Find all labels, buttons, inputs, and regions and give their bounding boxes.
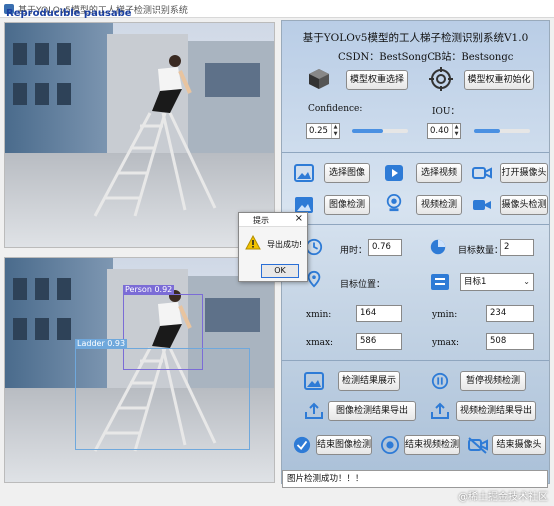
- open-camera-button[interactable]: 打开摄像头: [500, 163, 548, 183]
- warning-icon: [245, 235, 261, 250]
- camera-off-icon: [468, 437, 488, 454]
- ymin-label: ymin:: [432, 310, 458, 320]
- video-icon: [385, 165, 403, 181]
- count-value: 2: [500, 239, 534, 256]
- show-results-button[interactable]: 检测结果展示: [338, 371, 400, 391]
- camera-detect-button[interactable]: 摄像头检测: [500, 195, 548, 215]
- export-image-icon: [305, 402, 323, 419]
- bilibili-label: B站：Bestsongc: [434, 52, 514, 63]
- confidence-spinbox[interactable]: 0.25 ▲ ▼: [306, 123, 340, 139]
- dialog-title: 提示: [253, 216, 269, 225]
- show-results-icon: [304, 372, 324, 390]
- iou-slider-fill[interactable]: [474, 129, 500, 133]
- pie-chart-icon: [430, 239, 446, 255]
- section-divider: [282, 360, 549, 361]
- status-message: 图片检测成功！！！: [282, 470, 548, 488]
- person-detection-label: Person 0.92: [123, 285, 175, 294]
- camera-icon: [472, 167, 492, 179]
- close-icon[interactable]: ×: [295, 213, 303, 224]
- section-divider: [282, 152, 549, 153]
- export-video-button[interactable]: 视频检测结果导出: [456, 401, 536, 421]
- dialog-message: 导出成功!: [267, 240, 303, 249]
- end-image-detect-button[interactable]: 结束图像检测: [316, 435, 372, 455]
- system-title: 基于YOLOv5模型的工人梯子检测识别系统V1.0: [302, 32, 529, 44]
- watermark: @稀土掘金技术社区: [458, 492, 548, 503]
- select-image-button[interactable]: 选择图像: [324, 163, 370, 183]
- spin-arrows-icon[interactable]: ▲ ▼: [331, 124, 339, 138]
- position-label: 目标位置：: [340, 280, 386, 290]
- ladder-detection-box: Ladder 0.93: [75, 339, 250, 450]
- result-image-panel: Person 0.92 Ladder 0.93: [4, 257, 275, 483]
- result-scene-image: Person 0.92 Ladder 0.93: [5, 258, 274, 482]
- time-label: 用时：: [340, 246, 368, 256]
- export-success-dialog: 提示 × 导出成功! OK: [238, 212, 308, 282]
- target-select[interactable]: 目标1 ⌄: [460, 273, 534, 291]
- confidence-label: Confidence:: [308, 104, 363, 114]
- select-video-button[interactable]: 选择视频: [416, 163, 462, 183]
- stop-circle-icon: [381, 436, 399, 454]
- chevron-down-icon[interactable]: ⌄: [523, 274, 530, 290]
- xmax-value: 586: [356, 333, 402, 350]
- ymin-value: 234: [486, 305, 534, 322]
- check-circle-icon: [293, 436, 311, 454]
- webcam-icon: [386, 194, 402, 212]
- section-divider: [282, 224, 549, 225]
- model-weight-select-button[interactable]: 模型权重选择: [346, 70, 408, 90]
- time-value: 0.76: [368, 239, 402, 256]
- image-icon: [294, 164, 314, 182]
- xmin-label: xmin:: [306, 310, 332, 320]
- confidence-slider-fill[interactable]: [352, 129, 383, 133]
- end-video-detect-button[interactable]: 结束视频检测: [404, 435, 460, 455]
- ymax-value: 508: [486, 333, 534, 350]
- csdn-label: CSDN：BestSongC: [338, 52, 436, 63]
- pause-video-button[interactable]: 暂停视频检测: [460, 371, 526, 391]
- original-scene-image: [5, 23, 274, 247]
- target-list-icon: [431, 274, 449, 290]
- iou-spinbox[interactable]: 0.40 ▲ ▼: [427, 123, 461, 139]
- ymax-label: ymax:: [432, 338, 460, 348]
- window-title-bar: 基于YOLOv5模型的工人梯子检测识别系统 Reproducible pausa…: [0, 0, 554, 19]
- model-weight-init-button[interactable]: 模型权重初始化: [464, 70, 534, 90]
- spin-arrows-icon[interactable]: ▲ ▼: [452, 124, 460, 138]
- export-video-icon: [431, 402, 449, 419]
- dialog-header: 提示 ×: [239, 213, 307, 227]
- image-detect-button[interactable]: 图像检测: [324, 195, 370, 215]
- camera-detect-icon: [473, 200, 491, 210]
- end-camera-button[interactable]: 结束摄像头: [492, 435, 546, 455]
- ladder-detection-label: Ladder 0.93: [75, 339, 128, 348]
- cube-icon: [309, 69, 329, 89]
- iou-label: IOU：: [432, 107, 460, 117]
- original-image-panel: [4, 22, 275, 248]
- xmax-label: xmax:: [306, 338, 334, 348]
- target-icon: [429, 67, 453, 91]
- video-detect-button[interactable]: 视频检测: [416, 195, 462, 215]
- xmin-value: 164: [356, 305, 402, 322]
- overlay-caption: Reproducible pausabe: [6, 8, 132, 19]
- control-panel: 基于YOLOv5模型的工人梯子检测识别系统V1.0 CSDN：BestSongC…: [281, 20, 550, 484]
- ok-button[interactable]: OK: [261, 264, 299, 278]
- export-image-button[interactable]: 图像检测结果导出: [328, 401, 416, 421]
- count-label: 目标数量：: [458, 246, 504, 256]
- pause-icon: [431, 372, 449, 390]
